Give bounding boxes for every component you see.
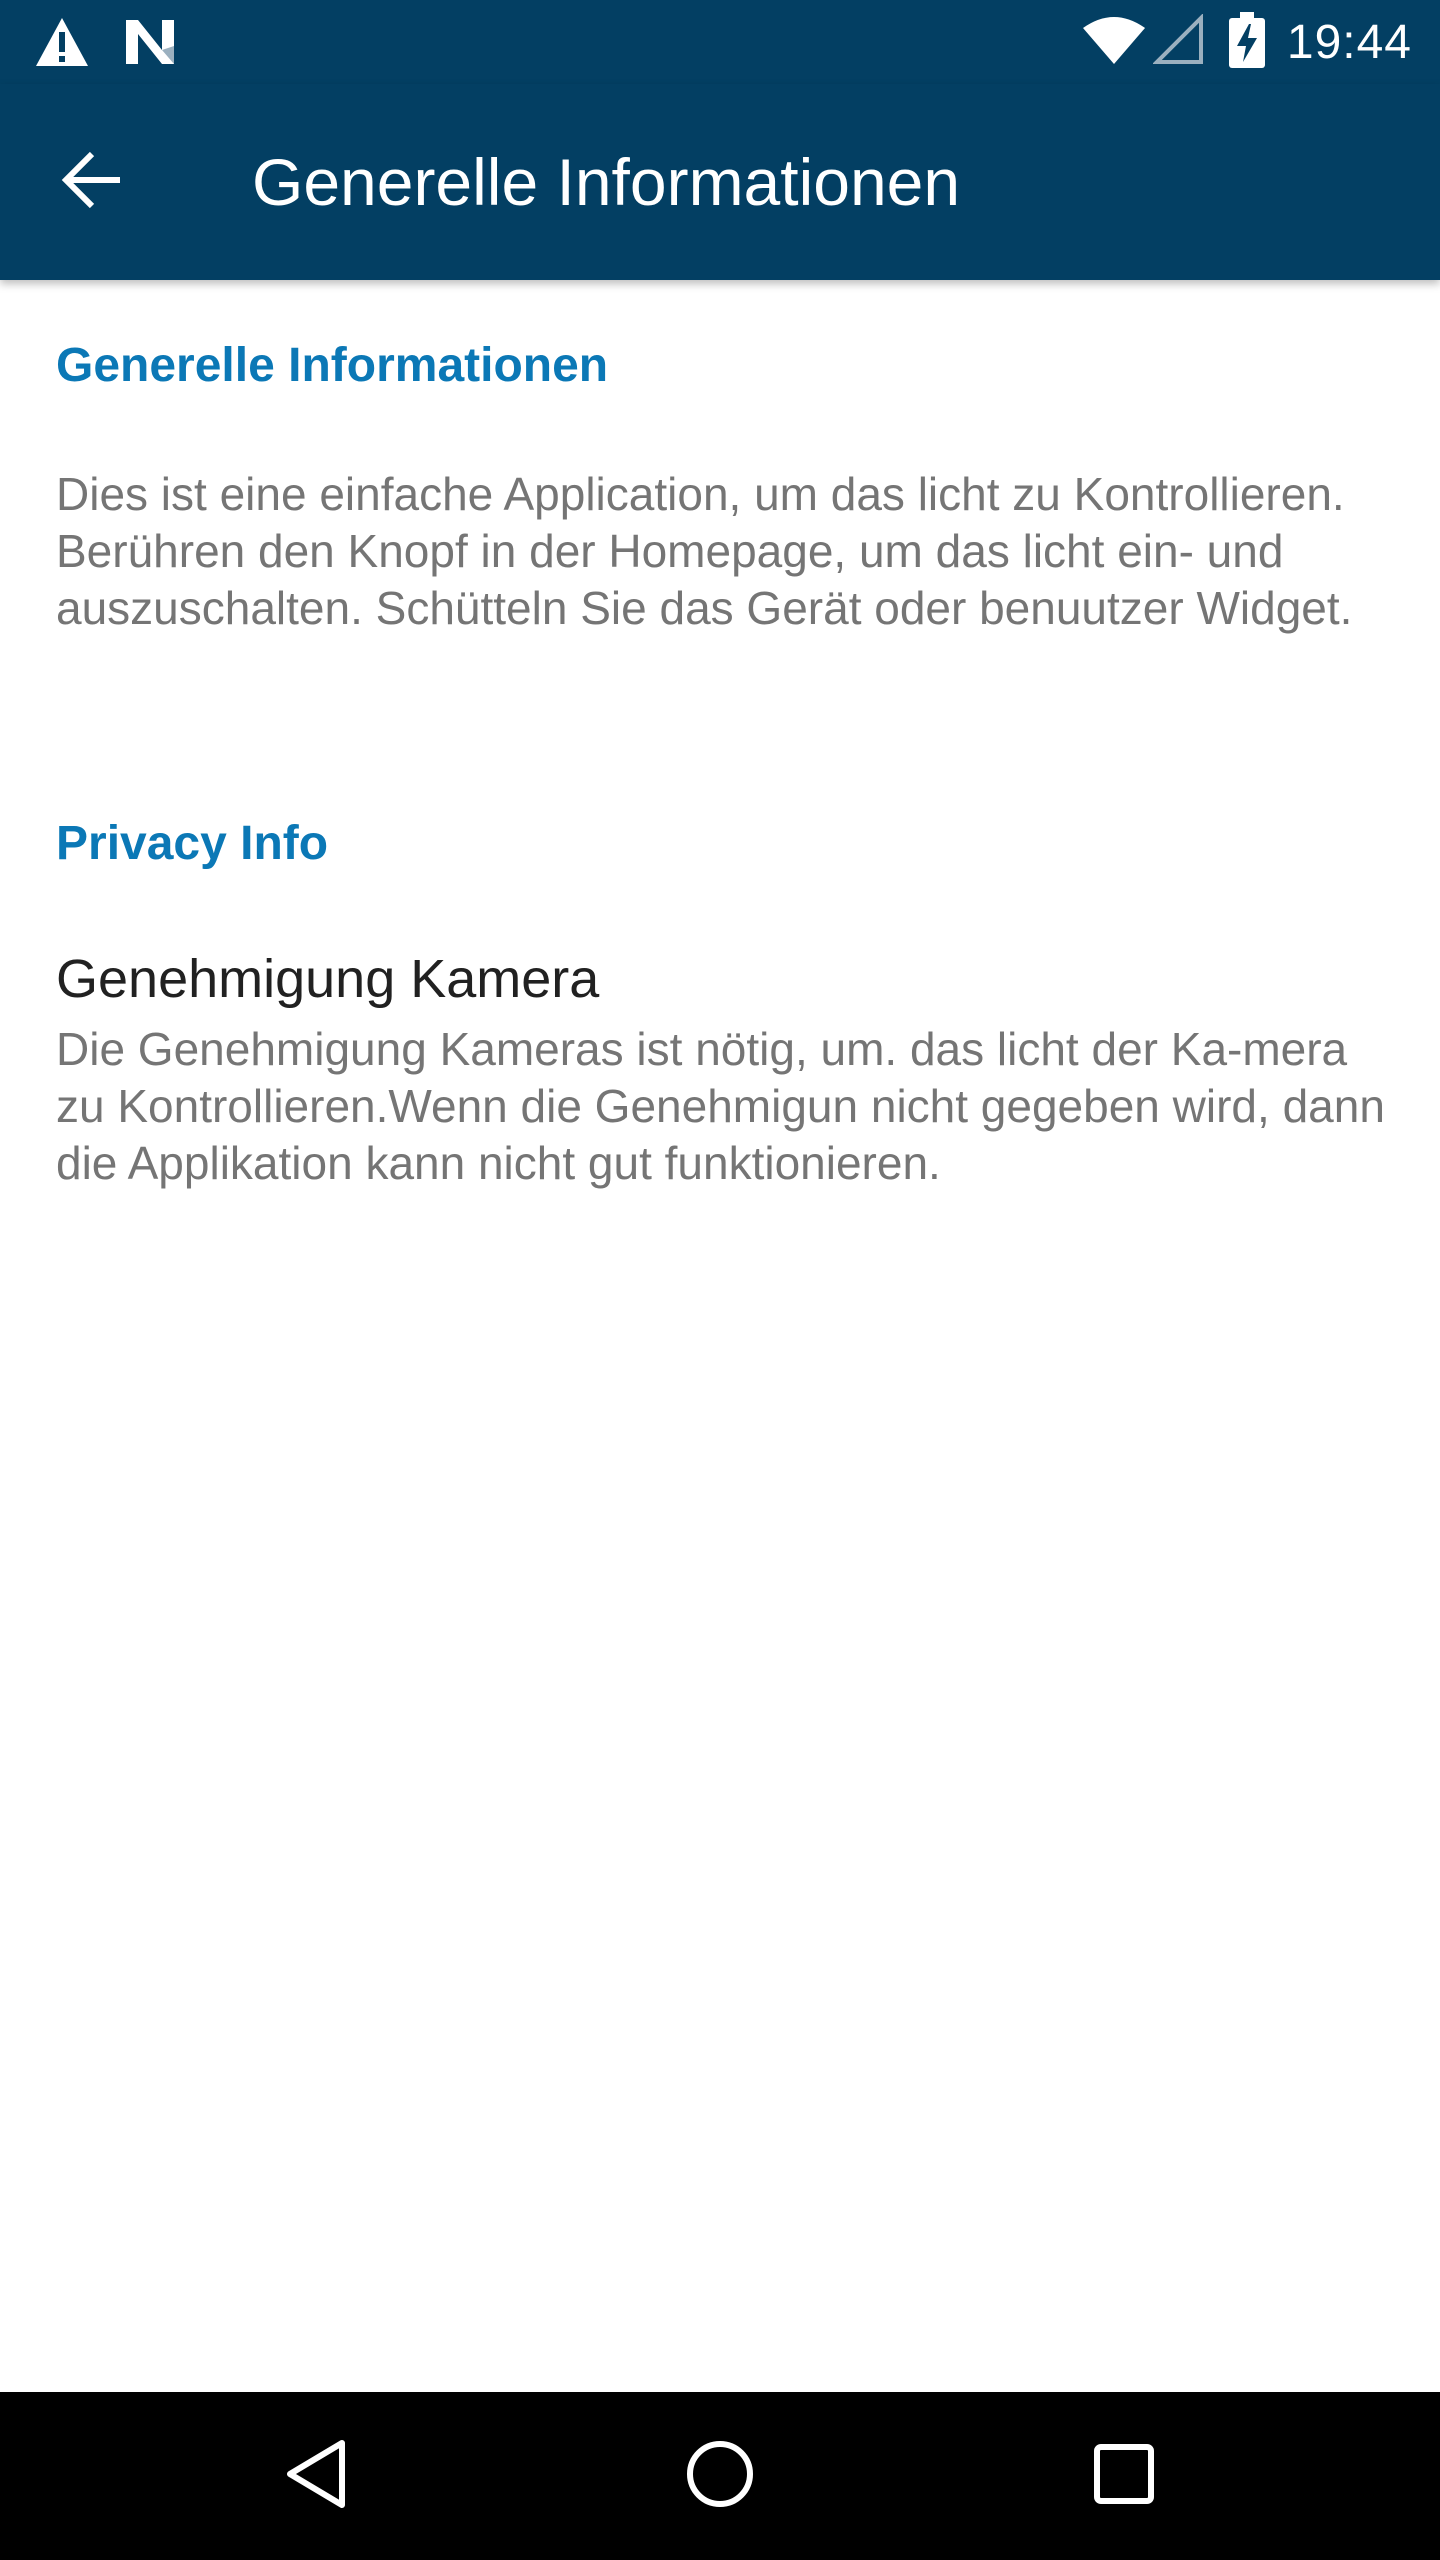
status-bar-right: 19:44: [1081, 0, 1412, 84]
navigation-bar: [0, 2392, 1440, 2560]
nav-recents-button[interactable]: [1040, 2392, 1208, 2560]
arrow-back-icon: [60, 148, 124, 217]
wifi-icon: [1081, 14, 1147, 71]
cell-signal-icon: [1152, 12, 1205, 71]
nav-back-icon: [284, 2439, 348, 2514]
warning-icon: [34, 16, 90, 73]
nav-back-button[interactable]: [232, 2392, 400, 2560]
section-header-general: Generelle Informationen: [56, 339, 609, 392]
nav-home-icon: [685, 2439, 755, 2514]
status-bar-left: [34, 16, 178, 73]
nav-recents-icon: [1093, 2443, 1155, 2510]
general-info-text: Dies ist eine einfache Application, um d…: [56, 468, 1353, 634]
screen: 19:44 Generelle Informationen Generelle …: [0, 0, 1440, 2560]
page-title: Generelle Informationen: [252, 145, 961, 219]
nav-home-button[interactable]: [636, 2392, 804, 2560]
status-time: 19:44: [1286, 15, 1412, 69]
camera-permission-title: Genehmigung Kamera: [56, 949, 600, 1009]
camera-permission-text: Die Genehmigung Kameras ist nötig, um. d…: [56, 1023, 1385, 1189]
status-bar: 19:44: [0, 0, 1440, 84]
app-bar: Generelle Informationen: [0, 84, 1440, 280]
battery-charging-icon: [1228, 11, 1265, 73]
n-notification-icon: [122, 16, 178, 73]
section-header-privacy: Privacy Info: [56, 817, 329, 870]
back-button[interactable]: [40, 130, 144, 234]
